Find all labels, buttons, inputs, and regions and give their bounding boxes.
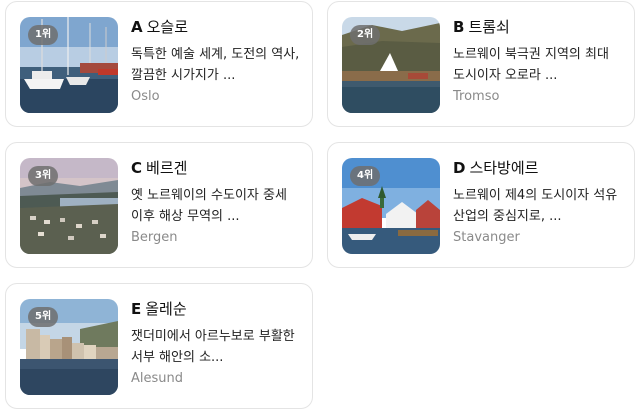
city-english-name: Oslo	[131, 89, 160, 104]
city-card-tromso[interactable]: 2위 B 트롬쇠 노르웨이 북극권 지역의 최대 도시이자 오로라 ... Tro…	[327, 1, 635, 127]
city-ranking-grid: 1위 A 오슬로 독특한 예술 세계, 도전의 역사, 깔끔한 시가지가 ... …	[0, 0, 640, 409]
city-name: 올레순	[145, 300, 187, 318]
city-letter: E	[131, 300, 142, 318]
rank-badge: 3위	[28, 166, 59, 186]
city-name: 스타방에르	[469, 159, 539, 177]
city-letter: D	[453, 159, 466, 177]
city-photo-alesund: 5위	[20, 299, 118, 395]
city-card-alesund[interactable]: 5위 E 올레순 잿더미에서 아르누보로 부활한 서부 해안의 소... Ales…	[5, 283, 313, 409]
city-english-name: Alesund	[131, 371, 184, 386]
city-title: D 스타방에르	[453, 158, 623, 178]
city-letter: B	[453, 18, 465, 36]
city-english-name: Tromso	[453, 89, 500, 104]
city-name: 베르겐	[146, 159, 188, 177]
city-name: 오슬로	[146, 18, 189, 36]
city-title: B 트롬쇠	[453, 17, 623, 37]
rank-badge: 1위	[28, 25, 59, 45]
city-description: 독특한 예술 세계, 도전의 역사, 깔끔한 시가지가 ...	[131, 47, 300, 83]
city-name: 트롬쇠	[468, 18, 510, 36]
city-letter: C	[131, 159, 143, 177]
city-english-name: Bergen	[131, 230, 178, 245]
city-photo-bergen: 3위	[20, 158, 118, 254]
city-description: 노르웨이 제4의 도시이자 석유 산업의 중심지로, ...	[453, 188, 618, 224]
city-photo-stavanger: 4위	[342, 158, 440, 254]
city-description: 잿더미에서 아르누보로 부활한 서부 해안의 소...	[131, 329, 295, 365]
city-english-name: Stavanger	[453, 230, 520, 245]
city-description: 노르웨이 북극권 지역의 최대 도시이자 오로라 ...	[453, 47, 609, 83]
city-card-stavanger[interactable]: 4위 D 스타방에르 노르웨이 제4의 도시이자 석유 산업의 중심지로, ...…	[327, 142, 635, 268]
city-photo-oslo: 1위	[20, 17, 118, 113]
city-title: C 베르겐	[131, 158, 301, 178]
city-title: E 올레순	[131, 299, 301, 319]
city-description: 옛 노르웨이의 수도이자 중세 이후 해상 무역의 ...	[131, 188, 287, 224]
rank-badge: 5위	[28, 307, 59, 327]
city-card-bergen[interactable]: 3위 C 베르겐 옛 노르웨이의 수도이자 중세 이후 해상 무역의 ... Be…	[5, 142, 313, 268]
city-card-oslo[interactable]: 1위 A 오슬로 독특한 예술 세계, 도전의 역사, 깔끔한 시가지가 ... …	[5, 1, 313, 127]
city-letter: A	[131, 18, 143, 36]
rank-badge: 4위	[350, 166, 381, 186]
rank-badge: 2위	[350, 25, 381, 45]
city-photo-tromso: 2위	[342, 17, 440, 113]
city-title: A 오슬로	[131, 17, 301, 37]
